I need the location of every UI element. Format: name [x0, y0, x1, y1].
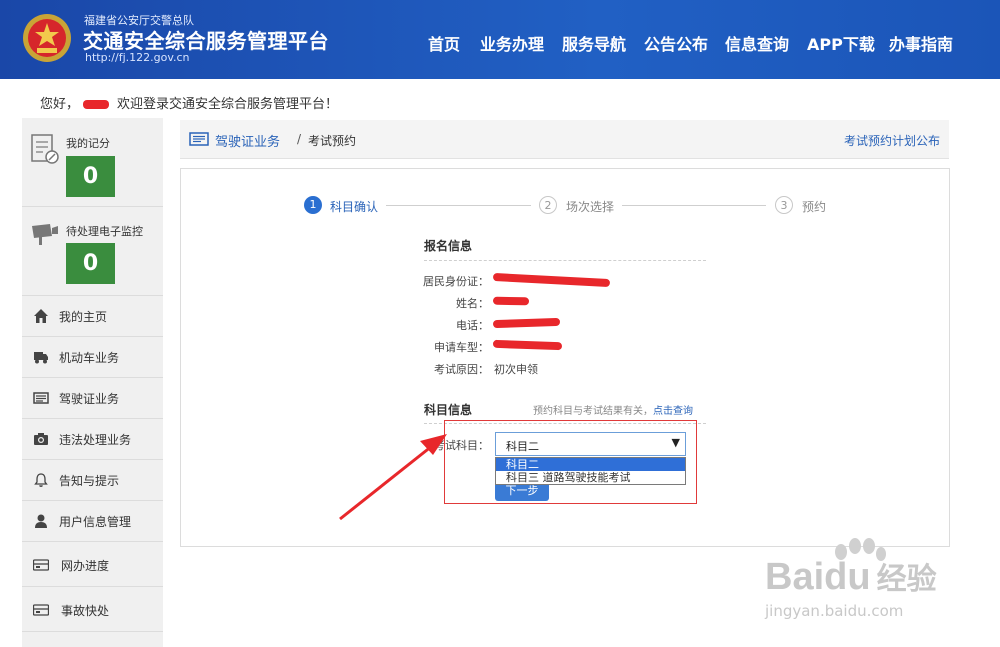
sidebar-item-label: 用户信息管理: [59, 515, 132, 529]
home-icon: [34, 309, 48, 323]
sidebar: 我的记分 0 待处理电子监控 0 我的主页 机动车业务 驾驶证业务 违法处理业务…: [22, 118, 163, 647]
phone-label: 电话：: [456, 319, 489, 332]
redacted-name: [492, 296, 530, 306]
sidebar-item-vehicle[interactable]: 机动车业务: [22, 337, 163, 378]
sidebar-item-progress[interactable]: 网办进度: [22, 542, 163, 587]
sidebar-item-label: 事故快处: [61, 604, 110, 618]
vehicle-type-label: 申请车型：: [434, 341, 489, 354]
exam-reason-label: 考试原因：: [434, 363, 489, 376]
nav-guide[interactable]: 办事指南: [889, 31, 953, 55]
watermark-url: jingyan.baidu.com: [765, 602, 904, 620]
score-points-card[interactable]: 我的记分 0: [22, 118, 163, 207]
user-icon: [35, 514, 47, 528]
sidebar-item-label: 我的主页: [59, 310, 108, 324]
site-header: 福建省公安厅交警总队 交通安全综合服务管理平台 http://fj.122.go…: [0, 0, 1000, 79]
step-connector: [622, 205, 766, 206]
name-label: 姓名：: [456, 297, 489, 310]
brand-title: 交通安全综合服务管理平台: [83, 29, 329, 53]
subject-title: 科目信息: [424, 403, 473, 417]
card-icon: [33, 392, 49, 404]
sidebar-item-label: 机动车业务: [59, 351, 120, 365]
nav-service[interactable]: 服务导航: [562, 31, 626, 55]
exam-reason-value: 初次申领: [494, 363, 538, 376]
breadcrumb-current: 考试预约: [308, 134, 357, 148]
nav-notice[interactable]: 公告公布: [644, 31, 708, 55]
sidebar-item-violation[interactable]: 违法处理业务: [22, 419, 163, 460]
redacted-username: [83, 100, 110, 109]
camera-icon: [34, 433, 48, 445]
sidebar-item-accident[interactable]: 事故快处: [22, 587, 163, 632]
welcome-bar: 您好， 欢迎登录交通安全综合服务管理平台！: [40, 93, 338, 112]
id-card-label: 居民身份证：: [423, 275, 489, 288]
bell-icon: [34, 473, 48, 487]
sidebar-item-home[interactable]: 我的主页: [22, 296, 163, 337]
sidebar-item-license[interactable]: 驾驶证业务: [22, 378, 163, 419]
document-edit-icon: [31, 134, 59, 164]
breadcrumb-separator: /: [297, 132, 302, 146]
step-2-circle: 2: [539, 196, 557, 214]
score-points-label: 我的记分: [66, 137, 110, 150]
divider: [424, 260, 706, 261]
score-points-value: 0: [66, 156, 115, 197]
query-link[interactable]: 点击查询: [653, 406, 693, 417]
brand-url: http://fj.122.gov.cn: [85, 51, 190, 64]
welcome-greeting: 您好，: [40, 97, 80, 112]
annotation-highlight-box: [444, 420, 697, 504]
subject-hint: 预约科目与考试结果有关，点击查询: [533, 406, 693, 417]
watermark-brand: Bai: [765, 556, 825, 598]
step-3-circle: 3: [775, 196, 793, 214]
accident-icon: [33, 604, 49, 616]
sidebar-item-notice[interactable]: 告知与提示: [22, 460, 163, 501]
sidebar-item-user-info[interactable]: 用户信息管理: [22, 501, 163, 542]
pending-monitor-value: 0: [66, 243, 115, 284]
breadcrumb-section[interactable]: 驾驶证业务: [215, 131, 280, 150]
breadcrumb: 驾驶证业务 / 考试预约 考试预约计划公布: [180, 120, 949, 159]
watermark-brand-cn: 经验: [876, 563, 937, 596]
sidebar-item-label: 告知与提示: [59, 474, 120, 488]
nav-app-download[interactable]: APP下载: [807, 31, 875, 55]
license-card-icon: [189, 132, 209, 146]
pending-monitor-label: 待处理电子监控: [66, 225, 143, 238]
sidebar-item-label: 违法处理业务: [59, 433, 132, 447]
pending-monitor-card[interactable]: 待处理电子监控 0: [22, 206, 163, 296]
nav-home[interactable]: 首页: [428, 31, 460, 55]
step-1-circle: 1: [304, 196, 322, 214]
nav-business[interactable]: 业务办理: [480, 31, 544, 55]
registration-title: 报名信息: [424, 239, 473, 253]
truck-icon: [34, 352, 48, 364]
camera-monitor-icon: [32, 224, 58, 245]
nav-query[interactable]: 信息查询: [725, 31, 789, 55]
progress-icon: [33, 559, 49, 571]
watermark-brand-2: du: [824, 556, 871, 598]
police-emblem-icon: [23, 14, 71, 62]
welcome-message: 欢迎登录交通安全综合服务管理平台！: [117, 97, 339, 112]
step-2-label: 场次选择: [566, 200, 615, 214]
step-3-label: 预约: [802, 200, 827, 214]
step-connector: [386, 205, 531, 206]
exam-plan-link[interactable]: 考试预约计划公布: [844, 132, 940, 149]
step-1-label: 科目确认: [330, 200, 379, 214]
sidebar-item-label: 驾驶证业务: [59, 392, 120, 406]
sidebar-item-label: 网办进度: [61, 559, 110, 573]
